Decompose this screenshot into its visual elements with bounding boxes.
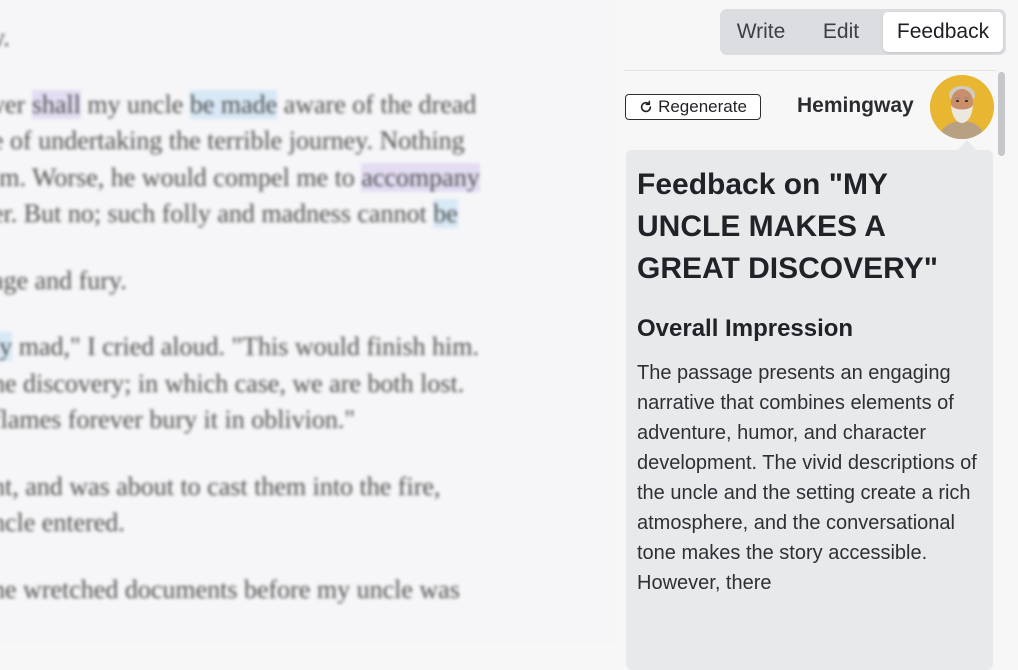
tab-edit[interactable]: Edit	[799, 12, 883, 52]
text-run: age and fury.	[0, 265, 127, 295]
feedback-bubble: Feedback on "MY UNCLE MAKES A GREAT DISC…	[626, 150, 993, 670]
text-run: my uncle	[80, 89, 190, 119]
mode-tabs: Write Edit Feedback	[720, 9, 1006, 55]
author-name: Hemingway	[797, 94, 914, 117]
document-line: he discovery; in which case, we are both…	[0, 366, 616, 403]
text-run: e of undertaking the terrible journey. N…	[0, 126, 465, 155]
text-run: im. Worse, he would compel me to	[0, 162, 362, 192]
text-run: mad," I cried aloud. "This would finish …	[12, 332, 480, 361]
side-panel: Write Edit Feedback Regenerate Hemingway	[616, 0, 1018, 670]
feedback-title: Feedback on "MY UNCLE MAKES A GREAT DISC…	[637, 168, 938, 285]
document-line: e of undertaking the terrible journey. N…	[0, 123, 616, 160]
highlight-purple: shall	[31, 89, 81, 119]
text-run: aware of the dread	[277, 89, 477, 119]
refresh-icon	[640, 100, 652, 113]
text-run: ncle entered.	[0, 508, 125, 537]
highlight-purple: accompany	[361, 162, 480, 192]
document-editor[interactable]: v. ver shall my uncle be made aware of th…	[0, 0, 616, 644]
text-run: er. But no; such folly and madness canno…	[0, 199, 434, 228]
text-run: he wretched documents before my uncle wa…	[0, 574, 460, 604]
document-line: ncle entered.	[0, 505, 616, 542]
text-run: v.	[0, 23, 10, 52]
divider	[624, 70, 996, 71]
regenerate-label: Regenerate	[658, 97, 747, 116]
regenerate-button[interactable]: Regenerate	[625, 94, 761, 120]
scrollbar[interactable]	[996, 70, 1010, 644]
document-line: nt, and was about to cast them into the …	[0, 469, 616, 506]
section-heading: Overall Impression	[637, 315, 854, 342]
document-line: v.	[0, 20, 616, 57]
document-line: im. Worse, he would compel me to accompa…	[0, 160, 616, 197]
tab-feedback[interactable]: Feedback	[883, 12, 1003, 52]
avatar	[930, 75, 994, 139]
document-line: er. But no; such folly and madness canno…	[0, 196, 616, 233]
document-line: ly mad," I cried aloud. "This would fini…	[0, 329, 616, 366]
highlight-blue: be	[433, 199, 458, 228]
document-line: flames forever bury it in oblivion."	[0, 402, 616, 439]
tab-write[interactable]: Write	[723, 12, 799, 52]
text-run: he discovery; in which case, we are both…	[0, 368, 465, 398]
text-run: flames forever bury it in oblivion."	[0, 405, 355, 434]
feedback-body: The passage presents an engaging narrati…	[637, 362, 977, 594]
document-line: age and fury.	[0, 263, 616, 300]
scrollbar-thumb[interactable]	[998, 72, 1005, 156]
document-line: ver shall my uncle be made aware of the …	[0, 87, 616, 124]
highlight-blue: be made	[189, 89, 278, 119]
text-run: nt, and was about to cast them into the …	[0, 471, 441, 501]
document-text: v. ver shall my uncle be made aware of th…	[0, 20, 616, 608]
document-line: he wretched documents before my uncle wa…	[0, 572, 616, 609]
text-run: ver	[0, 89, 26, 119]
highlight-blue: ly	[0, 332, 13, 361]
